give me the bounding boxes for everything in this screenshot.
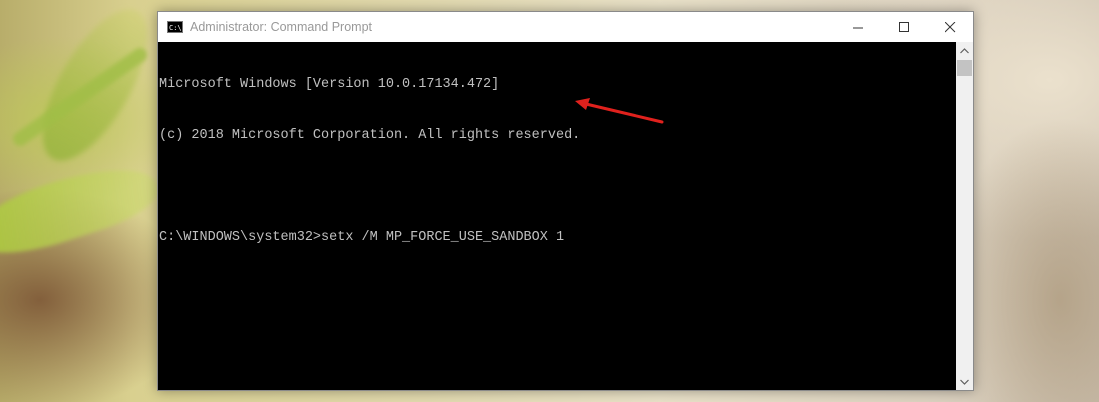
minimize-icon: [852, 27, 863, 28]
cmd-icon: C:\: [167, 21, 183, 33]
maximize-icon: [898, 21, 909, 32]
console-line: Microsoft Windows [Version 10.0.17134.47…: [159, 77, 500, 92]
maximize-button[interactable]: [881, 12, 927, 42]
annotation-arrow-icon: [575, 98, 664, 124]
console-command-line: C:\WINDOWS\system32>setx /M MP_FORCE_USE…: [159, 230, 565, 245]
vertical-scrollbar[interactable]: [956, 42, 973, 390]
scroll-down-button[interactable]: [956, 373, 973, 390]
chevron-up-icon: [960, 47, 969, 53]
window-title: Administrator: Command Prompt: [190, 20, 373, 34]
console-line: (c) 2018 Microsoft Corporation. All righ…: [159, 128, 581, 143]
command-prompt-window[interactable]: C:\ Administrator: Command Prompt Micros…: [157, 11, 974, 391]
close-button[interactable]: [927, 12, 973, 42]
background-leaf: [0, 152, 165, 268]
title-bar[interactable]: C:\ Administrator: Command Prompt: [158, 12, 973, 42]
close-icon: [944, 21, 955, 32]
scroll-up-button[interactable]: [956, 42, 973, 59]
minimize-button[interactable]: [835, 12, 881, 42]
chevron-down-icon: [960, 379, 969, 385]
scrollbar-thumb[interactable]: [957, 60, 972, 76]
console-output[interactable]: Microsoft Windows [Version 10.0.17134.47…: [158, 42, 956, 390]
window-controls: [835, 12, 973, 42]
